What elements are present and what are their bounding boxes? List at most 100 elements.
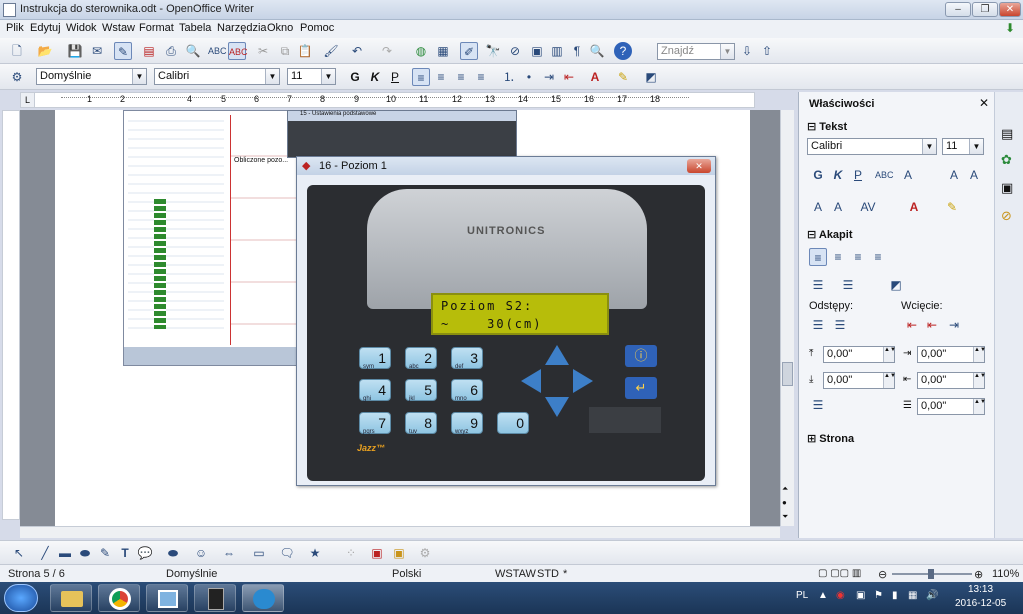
callouts-icon[interactable]: 🗨: [278, 544, 296, 562]
numbering-icon[interactable]: ⒈: [500, 68, 518, 86]
styles-icon[interactable]: ⚙: [8, 68, 26, 86]
callout-icon[interactable]: 💬: [136, 544, 154, 562]
openoffice-task-icon[interactable]: [242, 584, 284, 612]
info-key[interactable]: ⓘ: [625, 345, 657, 367]
chevron-down-icon[interactable]: ▼: [321, 69, 335, 84]
gallery-icon[interactable]: ▣: [528, 42, 546, 60]
selection-mode[interactable]: STD: [537, 568, 559, 580]
superscript-icon[interactable]: A: [809, 198, 827, 216]
menu-wstaw[interactable]: Wstaw: [102, 22, 135, 34]
menu-narzedzia[interactable]: Narzędzia: [217, 22, 267, 34]
clock-date[interactable]: 2016-12-05: [955, 598, 1006, 609]
formatting-marks-icon[interactable]: ¶: [568, 42, 586, 60]
print-icon[interactable]: ⎙: [162, 42, 180, 60]
font-size-select[interactable]: 11 ▼: [287, 68, 336, 85]
export-pdf-icon[interactable]: ▤: [140, 42, 158, 60]
plc-simulator-window[interactable]: ◆ 16 - Poziom 1 ✕ UNITRONICS Poziom S2: …: [296, 156, 716, 486]
text-section-header[interactable]: ⊟ Tekst: [807, 120, 847, 133]
key-3[interactable]: def 3: [451, 347, 483, 370]
autospellcheck-icon[interactable]: ABC: [228, 42, 248, 60]
gallery-tab-icon[interactable]: ▣: [1001, 180, 1013, 196]
view-layout-icon[interactable]: ▢ ▢▢ ▥: [818, 568, 861, 579]
key-4[interactable]: ghi 4: [359, 379, 391, 402]
navigator-icon[interactable]: ⊘: [506, 42, 524, 60]
sidebar-close-icon[interactable]: ✕: [979, 96, 989, 110]
sidebar-increase-indent-icon[interactable]: ⇤: [903, 316, 921, 334]
sidebar-decrease-indent-icon[interactable]: ⇤: [923, 316, 941, 334]
sidebar-font-color-icon[interactable]: A: [905, 198, 923, 216]
space-below-input[interactable]: 0,00" ▲▼: [823, 372, 896, 389]
save-icon[interactable]: 💾: [66, 42, 84, 60]
sidebar-size-select[interactable]: 11 ▼: [942, 138, 984, 155]
chevron-down-icon[interactable]: ▼: [969, 139, 983, 154]
spin-icon[interactable]: ▲▼: [973, 399, 986, 414]
paragraph-section-header[interactable]: ⊟ Akapit: [807, 228, 853, 241]
key-5[interactable]: jkl 5: [405, 379, 437, 402]
clock-time[interactable]: 13:13: [968, 584, 993, 595]
update-icon[interactable]: ⬇: [1005, 21, 1015, 35]
text-icon[interactable]: T: [116, 544, 134, 562]
find-next-icon[interactable]: ⇩: [738, 42, 756, 60]
page-section-header[interactable]: ⊞ Strona: [807, 432, 854, 445]
increase-indent-icon[interactable]: ⇥: [540, 68, 558, 86]
paragraph-background-icon[interactable]: ◩: [887, 276, 905, 294]
block-arrows-icon[interactable]: ⇔: [220, 544, 238, 562]
zoom-slider[interactable]: [892, 569, 972, 579]
vertical-ruler[interactable]: [2, 110, 20, 520]
spin-icon[interactable]: ▲▼: [973, 347, 986, 362]
minimize-button[interactable]: –: [945, 2, 971, 17]
key-1[interactable]: sym 1: [359, 347, 391, 370]
basic-shapes-icon[interactable]: ⬬: [164, 544, 182, 562]
spin-icon[interactable]: ▲▼: [883, 347, 896, 362]
find-previous-icon[interactable]: ⇧: [758, 42, 776, 60]
align-center-icon[interactable]: ≡: [432, 68, 450, 86]
key-6[interactable]: mno 6: [451, 379, 483, 402]
navigator-tab-icon[interactable]: ⊘: [1001, 208, 1012, 224]
horizontal-scrollbar[interactable]: [20, 526, 780, 538]
arrow-up-key[interactable]: [545, 345, 569, 365]
decrease-indent-icon[interactable]: ⇤: [560, 68, 578, 86]
zoom-out-icon[interactable]: ⊖: [878, 568, 887, 581]
sidebar-underline-icon[interactable]: P: [849, 166, 867, 184]
open-icon[interactable]: 📂: [36, 42, 54, 60]
key-2[interactable]: abc 2: [405, 347, 437, 370]
decrease-spacing-icon[interactable]: ☰: [831, 316, 849, 334]
line-icon[interactable]: ╱: [36, 544, 54, 562]
find-replace-icon[interactable]: 🔭: [484, 42, 502, 60]
print-preview-icon[interactable]: 🔍: [184, 42, 202, 60]
sidebar-highlight-icon[interactable]: ✎: [943, 198, 961, 216]
scroll-thumb[interactable]: [782, 362, 793, 386]
indent-before-input[interactable]: 0,00" ▲▼: [917, 346, 986, 363]
select-icon[interactable]: ↖: [10, 544, 28, 562]
arrow-left-key[interactable]: [521, 369, 541, 393]
clone-format-icon[interactable]: 🖌: [322, 42, 340, 60]
menu-widok[interactable]: Widok: [66, 22, 97, 34]
table-icon[interactable]: ▦: [434, 42, 452, 60]
increase-spacing-icon[interactable]: ☰: [809, 316, 827, 334]
plc-task-icon[interactable]: [194, 584, 236, 612]
battery-icon[interactable]: ▮: [892, 590, 898, 601]
flowchart-icon[interactable]: ▭: [250, 544, 268, 562]
sidebar-align-center-icon[interactable]: ≡: [829, 248, 847, 266]
sidebar-justify-icon[interactable]: ≡: [869, 248, 887, 266]
subscript-icon[interactable]: A: [829, 198, 847, 216]
first-line-input[interactable]: 0,00" ▲▼: [917, 398, 986, 415]
copy-icon[interactable]: ⧉: [276, 42, 294, 60]
zoom-slider-thumb[interactable]: [928, 569, 934, 579]
start-button[interactable]: [4, 584, 38, 612]
key-8[interactable]: tuv 8: [405, 412, 437, 435]
arrow-down-key[interactable]: [545, 397, 569, 417]
language-indicator[interactable]: PL: [796, 590, 808, 601]
tray-app-icon[interactable]: ▣: [856, 590, 865, 601]
indent-after-input[interactable]: 0,00" ▲▼: [917, 372, 986, 389]
sidebar-bold-icon[interactable]: G: [809, 166, 827, 184]
space-above-input[interactable]: 0,00" ▲▼: [823, 346, 896, 363]
key-9[interactable]: wxyz 9: [451, 412, 483, 435]
sidebar-align-right-icon[interactable]: ≡: [849, 248, 867, 266]
font-color-icon[interactable]: A: [586, 68, 604, 86]
paragraph-style-select[interactable]: Domyślnie ▼: [36, 68, 147, 85]
volume-icon[interactable]: 🔊: [926, 590, 938, 601]
font-name-select[interactable]: Calibri ▼: [154, 68, 280, 85]
strikethrough-icon[interactable]: ABC: [875, 166, 894, 184]
rectangle-icon[interactable]: ▬: [56, 544, 74, 562]
